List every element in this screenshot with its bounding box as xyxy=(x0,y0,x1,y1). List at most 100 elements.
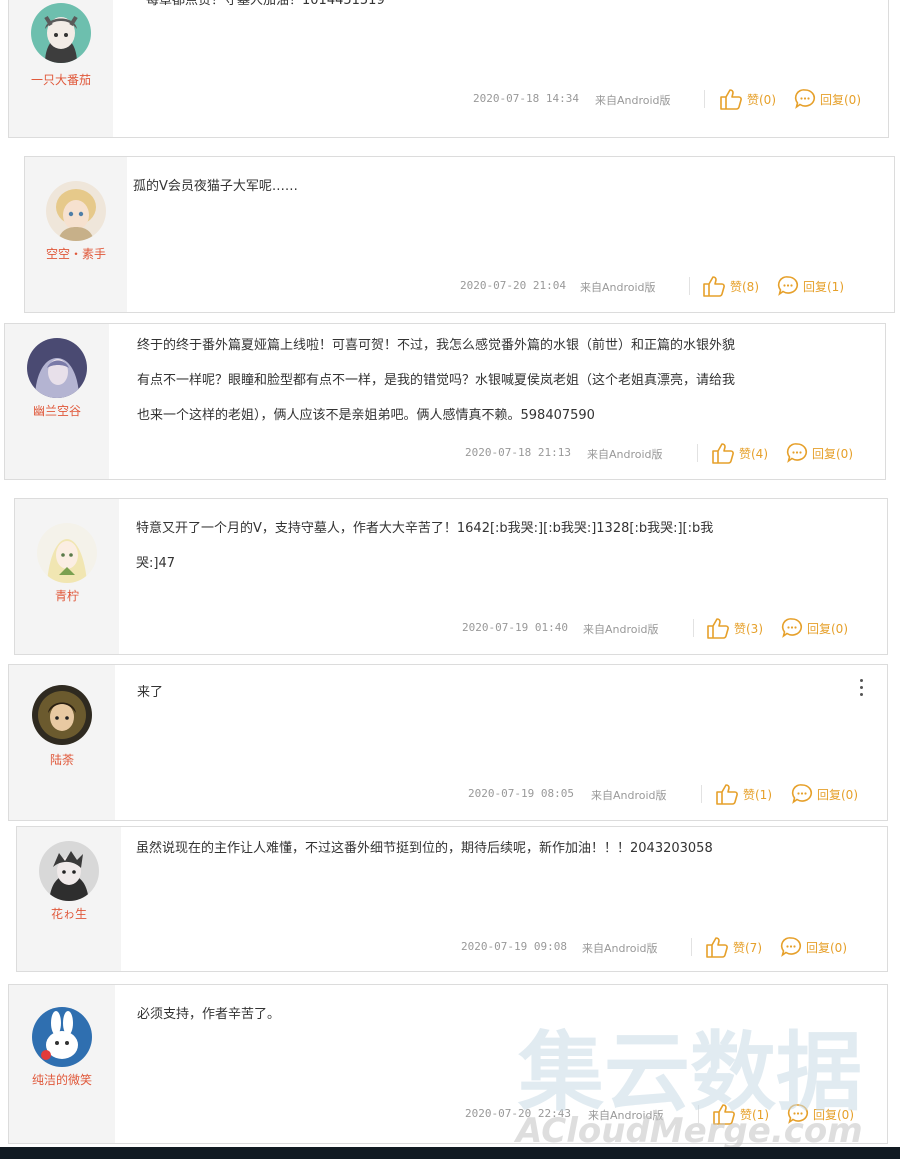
speech-bubble-icon xyxy=(781,617,803,639)
avatar[interactable] xyxy=(32,1007,92,1067)
more-options-icon[interactable] xyxy=(857,679,865,701)
speech-bubble-icon xyxy=(791,783,813,805)
speech-bubble-icon xyxy=(794,88,816,110)
reply-button[interactable]: 回复(0) xyxy=(780,935,847,959)
comment-time: 2020-07-20 22:43 xyxy=(465,1107,571,1120)
speech-bubble-icon xyxy=(786,442,808,464)
reply-button[interactable]: 回复(0) xyxy=(791,782,858,806)
like-button[interactable]: 赞(8) xyxy=(702,274,759,298)
like-button[interactable]: 赞(3) xyxy=(706,616,763,640)
comment-source: 来自Android版 xyxy=(580,281,656,294)
reply-count: 回复(0) xyxy=(807,621,848,636)
divider xyxy=(697,444,698,462)
like-count: 赞(7) xyxy=(733,940,762,955)
username[interactable]: 陆荼 xyxy=(9,751,115,768)
comment-time: 2020-07-19 08:05 xyxy=(468,787,574,800)
comment-text: 特意又开了一个月的V，支持守墓人，作者大大辛苦了！1642[:b我哭:][:b我… xyxy=(136,521,714,536)
thumbs-up-icon xyxy=(719,88,743,110)
comment-meta: 2020-07-20 22:43 来自Android版 赞(1) 回复(0) xyxy=(9,1102,887,1126)
like-count: 赞(0) xyxy=(747,92,776,107)
like-count: 赞(3) xyxy=(734,621,763,636)
comment-meta: 2020-07-19 01:40 来自Android版 赞(3) 回复(0) xyxy=(15,616,887,640)
comment-source: 来自Android版 xyxy=(595,94,671,107)
divider xyxy=(704,90,705,108)
comment-meta: 2020-07-18 14:34 来自Android版 赞(0) 回复(0) xyxy=(9,87,888,111)
reply-count: 回复(0) xyxy=(820,92,861,107)
divider xyxy=(701,785,702,803)
reply-button[interactable]: 回复(0) xyxy=(786,441,853,465)
reply-button[interactable]: 回复(1) xyxy=(777,274,844,298)
avatar[interactable] xyxy=(37,523,97,583)
bottom-bar xyxy=(0,1147,900,1159)
speech-bubble-icon xyxy=(777,275,799,297)
like-count: 赞(1) xyxy=(743,787,772,802)
avatar[interactable] xyxy=(32,685,92,745)
comment-text: 孤的V会员夜猫子大军呢…… xyxy=(133,179,298,194)
comment-text: 必须支持，作者辛苦了。 xyxy=(137,1007,281,1022)
reply-count: 回复(0) xyxy=(806,940,847,955)
reply-count: 回复(1) xyxy=(803,279,844,294)
reply-button[interactable]: 回复(0) xyxy=(781,616,848,640)
like-button[interactable]: 赞(1) xyxy=(715,782,772,806)
comment-text: 哭:]47 xyxy=(136,556,175,571)
thumbs-up-icon xyxy=(715,783,739,805)
speech-bubble-icon xyxy=(780,936,802,958)
thumbs-up-icon xyxy=(705,936,729,958)
like-button[interactable]: 赞(1) xyxy=(712,1102,769,1126)
username[interactable]: 一只大番茄 xyxy=(9,71,113,88)
comment-card: 幽兰空谷 终于的终于番外篇夏娅篇上线啦！可喜可贺！不过，我怎么感觉番外篇的水银（… xyxy=(4,323,886,480)
avatar[interactable] xyxy=(31,3,91,63)
comment-text: 每章都点赞！守墓人加油！1014451519 xyxy=(146,0,385,8)
comment-source: 来自Android版 xyxy=(588,1109,664,1122)
like-count: 赞(4) xyxy=(739,446,768,461)
comment-card: 青柠 特意又开了一个月的V，支持守墓人，作者大大辛苦了！1642[:b我哭:][… xyxy=(14,498,888,655)
comment-card: 一只大番茄 每章都点赞！守墓人加油！1014451519 2020-07-18 … xyxy=(8,0,889,138)
comment-card: 空空・素手 孤的V会员夜猫子大军呢…… 2020-07-20 21:04 来自A… xyxy=(24,156,895,313)
thumbs-up-icon xyxy=(702,275,726,297)
thumbs-up-icon xyxy=(711,442,735,464)
thumbs-up-icon xyxy=(712,1103,736,1125)
username[interactable]: 幽兰空谷 xyxy=(5,402,109,419)
username[interactable]: 花ゎ生 xyxy=(17,905,121,922)
divider xyxy=(693,619,694,637)
comment-source: 来自Android版 xyxy=(582,942,658,955)
speech-bubble-icon xyxy=(787,1103,809,1125)
comment-meta: 2020-07-20 21:04 来自Android版 赞(8) 回复(1) xyxy=(25,274,894,298)
comment-time: 2020-07-18 21:13 xyxy=(465,446,571,459)
divider xyxy=(689,277,690,295)
username[interactable]: 青柠 xyxy=(15,587,119,604)
comment-card: 纯洁的微笑 必须支持，作者辛苦了。 2020-07-20 22:43 来自And… xyxy=(8,984,888,1144)
comment-card: 花ゎ生 虽然说现在的主作让人难懂，不过这番外细节挺到位的，期待后续呢，新作加油！… xyxy=(16,826,888,972)
like-button[interactable]: 赞(0) xyxy=(719,87,776,111)
comment-text: 来了 xyxy=(137,685,164,700)
reply-count: 回复(0) xyxy=(817,787,858,802)
like-count: 赞(8) xyxy=(730,279,759,294)
comment-meta: 2020-07-19 08:05 来自Android版 赞(1) 回复(0) xyxy=(9,782,887,806)
comment-text: 有点不一样呢？眼瞳和脸型都有点不一样，是我的错觉吗？水银喊夏侯岚老姐（这个老姐真… xyxy=(137,373,736,388)
comment-time: 2020-07-18 14:34 xyxy=(473,92,579,105)
avatar[interactable] xyxy=(39,841,99,901)
comment-time: 2020-07-19 01:40 xyxy=(462,621,568,634)
divider xyxy=(691,938,692,956)
like-button[interactable]: 赞(7) xyxy=(705,935,762,959)
comment-card: 陆荼 来了 2020-07-19 08:05 来自Android版 赞(1) 回… xyxy=(8,664,888,821)
comment-source: 来自Android版 xyxy=(591,789,667,802)
reply-button[interactable]: 回复(0) xyxy=(787,1102,854,1126)
comment-text: 也来一个这样的老姐），俩人应该不是亲姐弟吧。俩人感情真不赖。598407590 xyxy=(137,408,595,423)
comment-source: 来自Android版 xyxy=(583,623,659,636)
username[interactable]: 纯洁的微笑 xyxy=(9,1071,115,1088)
avatar[interactable] xyxy=(46,181,106,241)
comment-meta: 2020-07-19 09:08 来自Android版 赞(7) 回复(0) xyxy=(17,935,887,959)
reply-count: 回复(0) xyxy=(813,1107,854,1122)
comment-text: 虽然说现在的主作让人难懂，不过这番外细节挺到位的，期待后续呢，新作加油！！！20… xyxy=(136,841,713,856)
avatar[interactable] xyxy=(27,338,87,398)
comment-text: 终于的终于番外篇夏娅篇上线啦！可喜可贺！不过，我怎么感觉番外篇的水银（前世）和正… xyxy=(137,338,736,353)
like-count: 赞(1) xyxy=(740,1107,769,1122)
like-button[interactable]: 赞(4) xyxy=(711,441,768,465)
comment-time: 2020-07-19 09:08 xyxy=(461,940,567,953)
username[interactable]: 空空・素手 xyxy=(25,245,127,262)
comment-time: 2020-07-20 21:04 xyxy=(460,279,566,292)
divider xyxy=(698,1105,699,1123)
user-panel: 一只大番茄 xyxy=(9,0,113,137)
reply-button[interactable]: 回复(0) xyxy=(794,87,861,111)
